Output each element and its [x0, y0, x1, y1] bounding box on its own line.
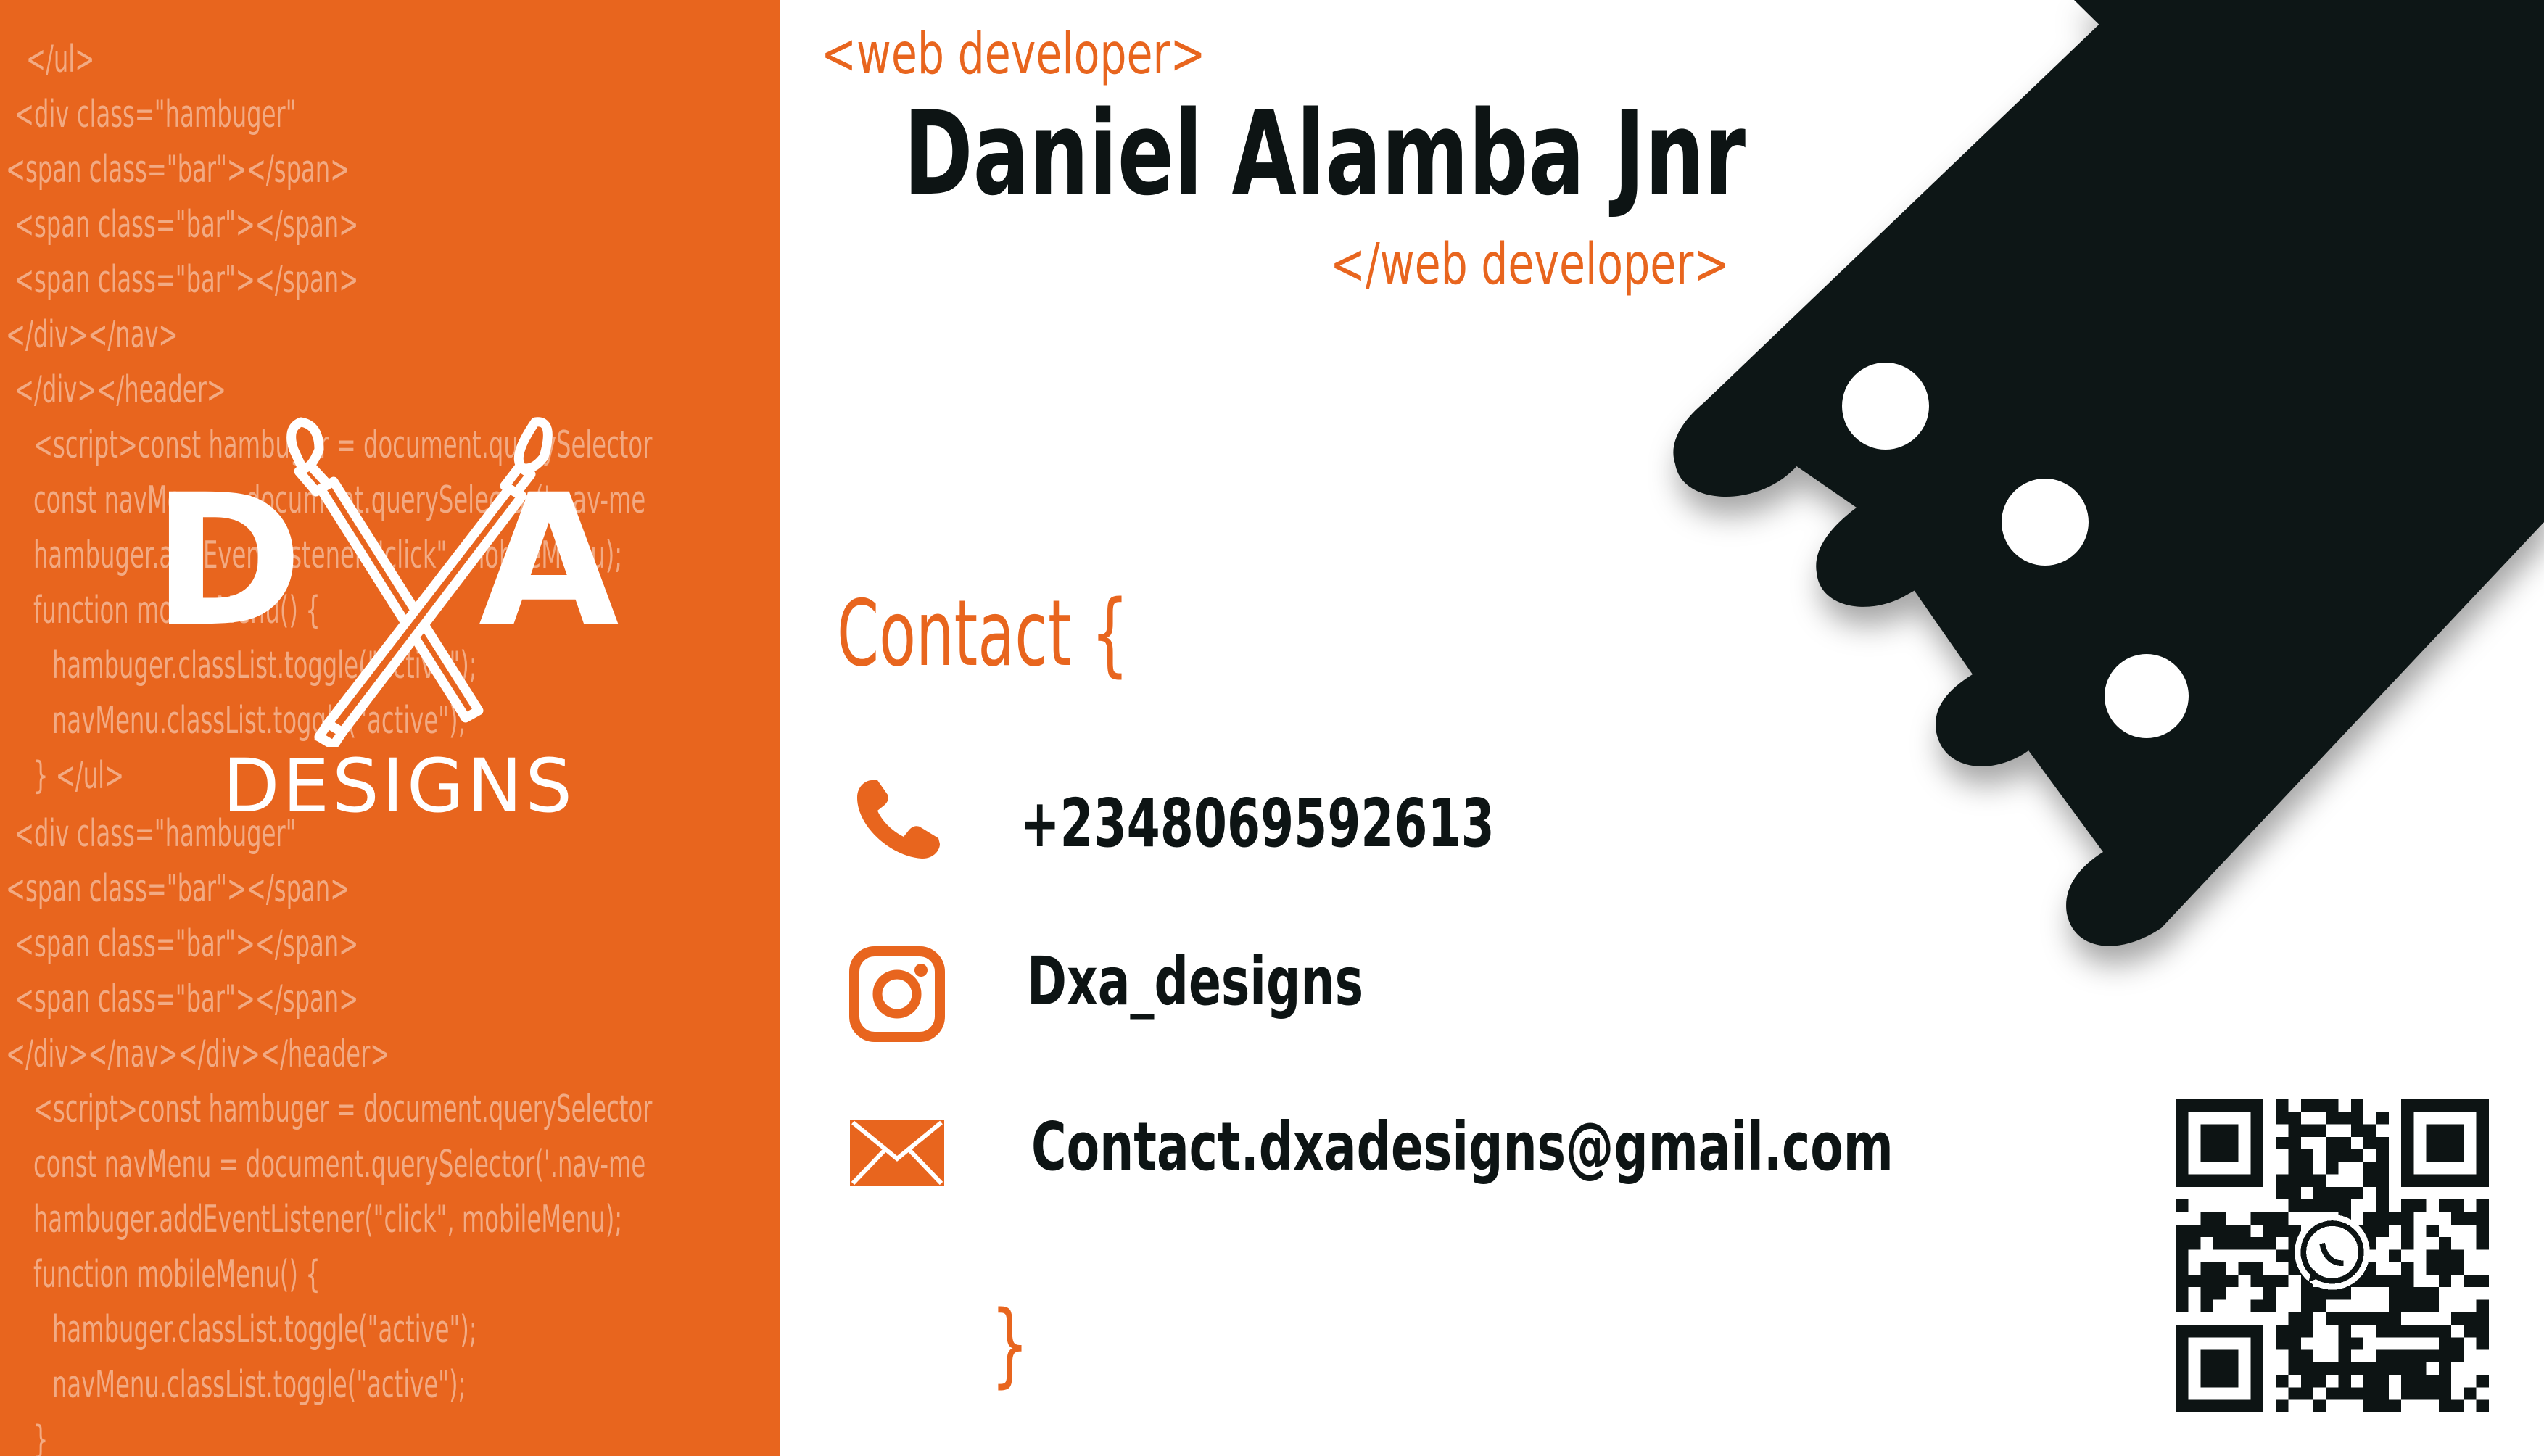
whatsapp-qr-code[interactable]	[2176, 1099, 2489, 1412]
code-line: </div></nav></div></header>	[6, 1033, 390, 1076]
phone-number[interactable]: +2348069592613	[1020, 785, 1495, 862]
contact-heading: Contact {	[837, 580, 1129, 687]
drip-graphic	[1673, 0, 2544, 946]
code-line: function mobileMenu() {	[33, 1253, 321, 1296]
code-line: <span class="bar"></span>	[6, 148, 350, 191]
phone-icon	[857, 780, 940, 859]
dxa-designs-logo: D A X DESIGNS	[138, 413, 645, 848]
code-line: </ul>	[26, 38, 95, 81]
instagram-icon	[849, 946, 945, 1042]
logo-mark: D A X	[152, 417, 619, 747]
code-line: <span class="bar"></span>	[15, 258, 359, 302]
code-line: <div class="hambuger"	[15, 93, 297, 136]
logo-letter-a: A	[479, 455, 619, 666]
code-line: </div></nav>	[6, 313, 178, 357]
code-line: <span class="bar"></span>	[6, 867, 350, 911]
code-line: }	[33, 1418, 49, 1456]
email-address[interactable]: Contact.dxadesigns@gmail.com	[1031, 1108, 1893, 1186]
left-brand-panel: </ul> <div class="hambuger" <span class=…	[0, 0, 780, 1456]
logo-letter-d: D	[152, 455, 303, 666]
business-card: </ul> <div class="hambuger" <span class=…	[0, 0, 2544, 1456]
code-line: <span class="bar"></span>	[15, 922, 359, 966]
code-line: const navMenu = document.querySelector('…	[33, 1143, 646, 1186]
drip-shape	[1673, 0, 2544, 946]
contact-closing-brace: }	[991, 1291, 1029, 1397]
code-line: <span class="bar"></span>	[15, 977, 359, 1021]
code-line: } </ul>	[33, 754, 125, 798]
code-line: hambuger.classList.toggle("active");	[52, 1308, 477, 1352]
logo-wordmark: DESIGNS	[223, 743, 575, 830]
whatsapp-icon	[2295, 1214, 2370, 1290]
code-line: hambuger.addEventListener("click", mobil…	[33, 1198, 623, 1241]
tag-open-label: <web developer>	[821, 22, 1206, 87]
code-line: navMenu.classList.toggle("active");	[52, 1363, 466, 1407]
envelope-icon	[850, 1120, 944, 1186]
logo-letter-x: X	[363, 625, 368, 633]
code-line: <script>const hambuger = document.queryS…	[33, 1088, 653, 1131]
code-line: <span class="bar"></span>	[15, 203, 359, 247]
instagram-handle[interactable]: Dxa_designs	[1027, 943, 1363, 1020]
code-line: </div></header>	[15, 368, 226, 412]
